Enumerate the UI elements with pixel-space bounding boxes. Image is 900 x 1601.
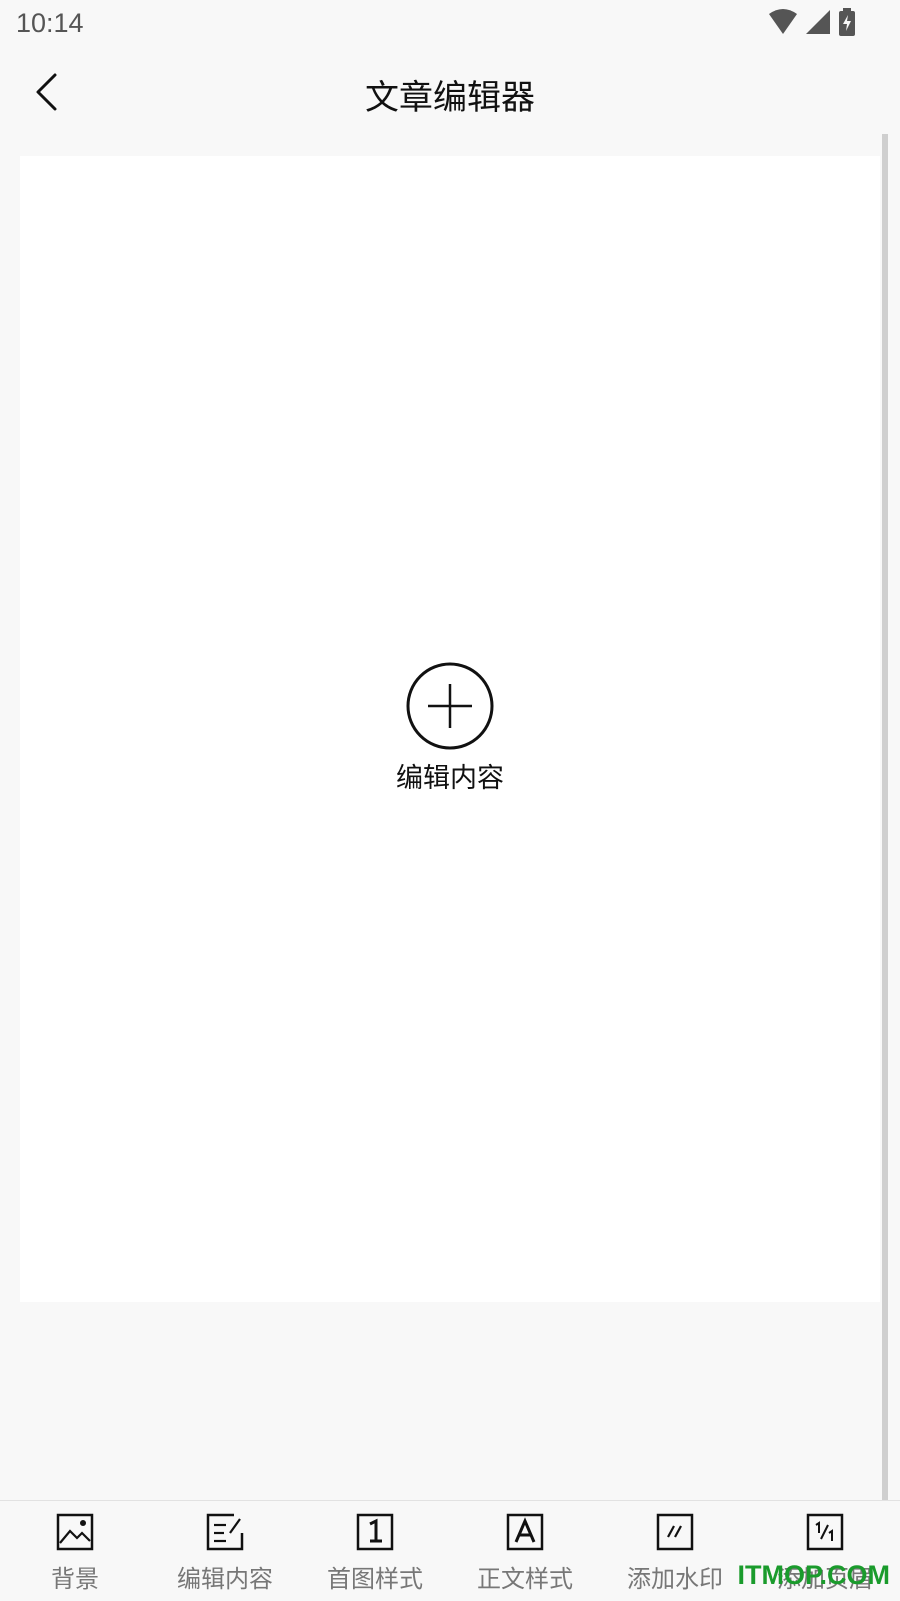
tool-label: 正文样式: [477, 1565, 573, 1593]
battery-charging-icon: [839, 8, 855, 36]
status-time: 10:14: [16, 8, 84, 38]
plus-circle-icon: [406, 662, 494, 750]
article-canvas: 编辑内容: [20, 156, 880, 1302]
tool-label: 添加水印: [627, 1565, 723, 1593]
signal-icon: [806, 10, 830, 34]
edit-note-icon: [206, 1513, 244, 1551]
scrollbar[interactable]: [882, 134, 888, 1500]
add-content-button[interactable]: 编辑内容: [380, 662, 520, 804]
app-header: 文章编辑器: [0, 50, 900, 134]
image-icon: [56, 1513, 94, 1551]
tool-label: 背景: [51, 1565, 99, 1593]
tool-add-watermark[interactable]: 添加水印: [600, 1501, 750, 1601]
number-one-icon: [356, 1513, 394, 1551]
wifi-icon: [769, 9, 797, 34]
status-icons: [768, 8, 856, 36]
tool-label: 编辑内容: [177, 1565, 273, 1593]
status-bar: 10:14: [0, 0, 900, 50]
page-title: 文章编辑器: [365, 78, 535, 118]
letter-a-icon: [506, 1513, 544, 1551]
add-content-label: 编辑内容: [396, 763, 504, 794]
tool-cover-style[interactable]: 首图样式: [300, 1501, 450, 1601]
fraction-icon: [806, 1513, 844, 1551]
tool-label: 首图样式: [327, 1565, 423, 1593]
tool-background[interactable]: 背景: [0, 1501, 150, 1601]
watermark-slash-icon: [656, 1513, 694, 1551]
site-watermark: ITMOP.COM: [737, 1560, 890, 1590]
tool-body-style[interactable]: 正文样式: [450, 1501, 600, 1601]
tool-edit-content[interactable]: 编辑内容: [150, 1501, 300, 1601]
